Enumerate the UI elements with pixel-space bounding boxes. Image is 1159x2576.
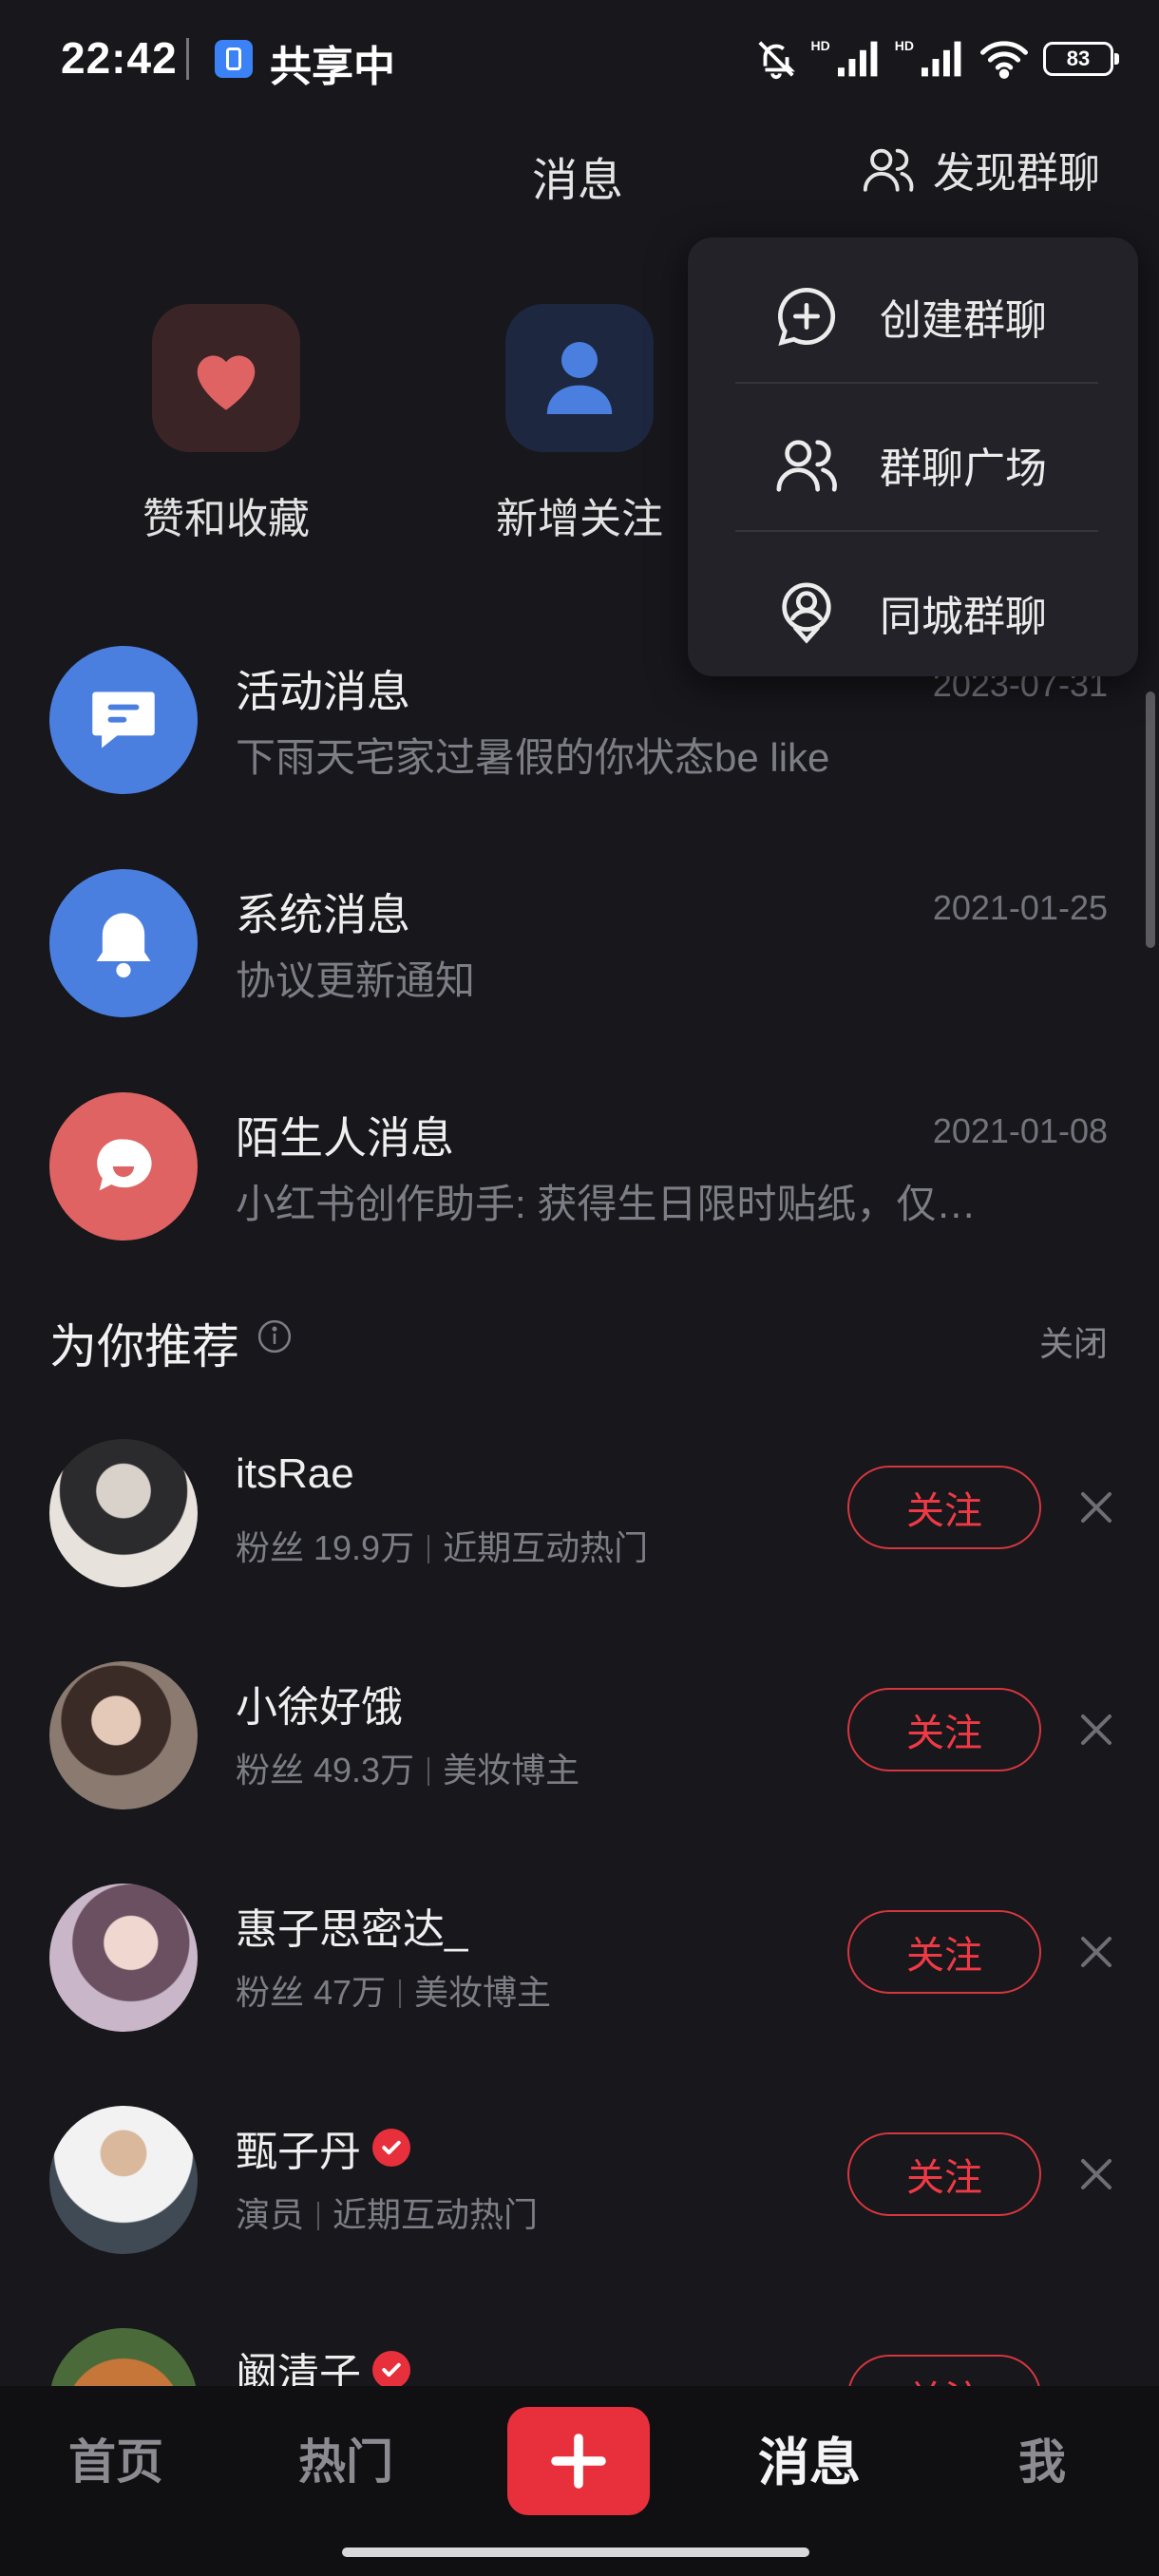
user-meta: 粉丝 19.9万 近期互动热门 — [236, 1528, 649, 1567]
recommend-user-row[interactable]: itsRae 粉丝 19.9万 近期互动热门 关注 — [0, 1439, 1159, 1629]
activity-avatar — [49, 646, 198, 794]
recommend-close-button[interactable]: 关闭 — [1039, 1316, 1108, 1366]
create-group-item[interactable]: 创建群聊 — [688, 245, 1138, 388]
status-divider — [186, 38, 189, 80]
local-group-label: 同城群聊 — [880, 594, 1047, 640]
avatar — [49, 2106, 198, 2254]
mute-bell-icon — [757, 41, 795, 80]
group-plaza-item[interactable]: 群聊广场 — [688, 393, 1138, 536]
battery-icon: 83 — [1043, 42, 1119, 76]
message-date: 2021-01-25 — [932, 888, 1108, 927]
discover-group-label: 发现群聊 — [933, 150, 1100, 197]
likes-collections-label: 赞和收藏 — [142, 496, 310, 542]
nav-hot[interactable]: 热门 — [298, 2424, 393, 2492]
hd-badge: HD — [894, 38, 914, 53]
close-icon[interactable] — [1077, 1711, 1115, 1749]
user-name: 甄子丹 — [236, 2117, 410, 2178]
page-title: 消息 — [532, 156, 624, 206]
message-date: 2021-01-08 — [932, 1111, 1108, 1150]
close-icon[interactable] — [1077, 2155, 1115, 2193]
verified-badge-icon — [372, 2129, 410, 2167]
avatar — [49, 1884, 198, 2032]
info-icon[interactable] — [256, 1318, 293, 1354]
bell-icon — [96, 913, 151, 978]
menu-divider — [735, 530, 1098, 532]
avatar — [49, 1661, 198, 1809]
hd-badge: HD — [810, 38, 830, 53]
person-icon — [546, 342, 613, 414]
signal-icon — [922, 41, 961, 77]
heart-icon — [197, 355, 256, 410]
follow-button[interactable]: 关注 — [847, 1688, 1041, 1771]
recommend-user-row[interactable]: 甄子丹 演员 近期互动热门 关注 — [0, 2106, 1159, 2296]
user-name: 惠子思密达_ — [236, 1906, 468, 1953]
likes-collections-tile[interactable] — [152, 304, 300, 452]
message-title: 活动消息 — [236, 667, 410, 716]
user-name: itsRae — [236, 1450, 354, 1497]
publish-button[interactable] — [507, 2407, 650, 2515]
message-title: 陌生人消息 — [236, 1113, 454, 1163]
menu-divider — [735, 382, 1098, 384]
follow-button[interactable]: 关注 — [847, 2132, 1041, 2216]
nav-messages[interactable]: 消息 — [758, 2420, 861, 2495]
group-users-icon — [776, 440, 837, 492]
message-row-stranger[interactable]: 陌生人消息 2021-01-08 小红书创作助手: 获得生日限时贴纸，仅… — [0, 1092, 1159, 1282]
recommend-title: 为你推荐 — [49, 1320, 239, 1373]
discover-group-button[interactable]: 发现群聊 — [861, 141, 1100, 198]
recommend-user-row[interactable]: 惠子思密达_ 粉丝 47万 美妆博主 关注 — [0, 1884, 1159, 2074]
new-followers-label: 新增关注 — [496, 496, 663, 542]
nav-me[interactable]: 我 — [1018, 2424, 1066, 2492]
message-subtitle: 协议更新通知 — [236, 958, 476, 1003]
close-icon[interactable] — [1077, 1488, 1115, 1526]
add-circle-chat-icon — [778, 287, 836, 347]
message-row-system[interactable]: 系统消息 2021-01-25 协议更新通知 — [0, 869, 1159, 1059]
plus-icon — [551, 2434, 606, 2489]
wifi-icon — [980, 41, 1028, 79]
screen-share-icon — [215, 40, 253, 78]
stranger-chat-icon — [97, 1139, 152, 1191]
message-subtitle: 小红书创作助手: 获得生日限时贴纸，仅… — [236, 1182, 977, 1226]
signal-icon — [837, 41, 878, 77]
group-plaza-label: 群聊广场 — [880, 445, 1047, 492]
close-icon[interactable] — [1077, 1933, 1115, 1971]
message-title: 系统消息 — [236, 890, 410, 939]
user-meta: 演员 近期互动热门 — [236, 2195, 539, 2234]
message-subtitle: 下雨天宅家过暑假的你状态be like — [236, 735, 830, 780]
verified-badge-icon — [372, 2351, 410, 2389]
location-pin-icon — [782, 582, 831, 644]
home-indicator — [342, 2548, 809, 2557]
user-name: 小徐好饿 — [236, 1684, 403, 1731]
group-chat-dropdown: 创建群聊 群聊广场 同城群聊 — [688, 237, 1138, 676]
create-group-label: 创建群聊 — [880, 297, 1047, 344]
user-meta: 粉丝 47万 美妆博主 — [236, 1973, 552, 2012]
status-time: 22:42 — [61, 33, 178, 83]
status-icons: HD HD 83 — [754, 28, 1119, 89]
stranger-avatar — [49, 1092, 198, 1241]
chat-bubble-icon — [92, 691, 155, 748]
scrollbar-thumb[interactable] — [1146, 691, 1155, 948]
recommend-user-row[interactable]: 小徐好饿 粉丝 49.3万 美妆博主 关注 — [0, 1661, 1159, 1851]
follow-button[interactable]: 关注 — [847, 1910, 1041, 1994]
follow-button[interactable]: 关注 — [847, 1466, 1041, 1549]
group-users-icon — [863, 148, 914, 192]
local-group-item[interactable]: 同城群聊 — [688, 541, 1138, 684]
user-meta: 粉丝 49.3万 美妆博主 — [236, 1751, 580, 1790]
nav-home[interactable]: 首页 — [68, 2424, 163, 2492]
new-followers-tile[interactable] — [505, 304, 654, 452]
sharing-status: 共享中 — [270, 44, 395, 90]
avatar — [49, 1439, 198, 1587]
system-avatar — [49, 869, 198, 1017]
status-bar: 22:42 共享中 HD HD 83 — [0, 0, 1159, 118]
